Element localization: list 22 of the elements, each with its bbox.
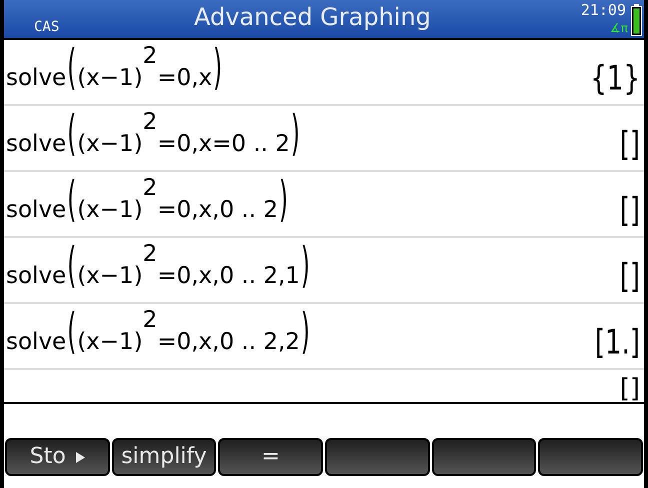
- result[interactable]: []: [620, 194, 640, 228]
- result[interactable]: {1}: [590, 62, 640, 96]
- menu-key[interactable]: [325, 438, 430, 476]
- clock: 21:09: [580, 3, 626, 18]
- result[interactable]: []: [620, 260, 640, 294]
- input-expression[interactable]: solve((x−1) 2 =0,x,0 .. 2,1): [4, 243, 311, 296]
- angle-mode: ∡π: [610, 22, 628, 34]
- mode-label: CAS: [34, 20, 60, 34]
- window-title: Advanced Graphing: [194, 5, 431, 29]
- menu-key[interactable]: simplify: [112, 438, 216, 476]
- menu-key[interactable]: Sto: [5, 438, 110, 476]
- input-expression[interactable]: solve((x−1) 2 =0,x): [4, 45, 224, 98]
- input-expression[interactable]: solve((x−1) 2 =0,x,0 .. 2,2): [4, 309, 311, 362]
- menu-key[interactable]: [538, 438, 644, 476]
- menu-key[interactable]: =: [218, 438, 324, 476]
- input-expression[interactable]: solve((x−1) 2 =0,x=0 .. 2): [4, 111, 301, 164]
- menu-key[interactable]: [432, 438, 536, 476]
- triangle-icon: [76, 452, 85, 462]
- result[interactable]: [1.]: [594, 326, 640, 360]
- result[interactable]: []: [620, 128, 640, 162]
- result[interactable]: []: [620, 376, 640, 402]
- input-expression[interactable]: solve((x−1) 2 =0,x,0 .. 2): [4, 177, 289, 230]
